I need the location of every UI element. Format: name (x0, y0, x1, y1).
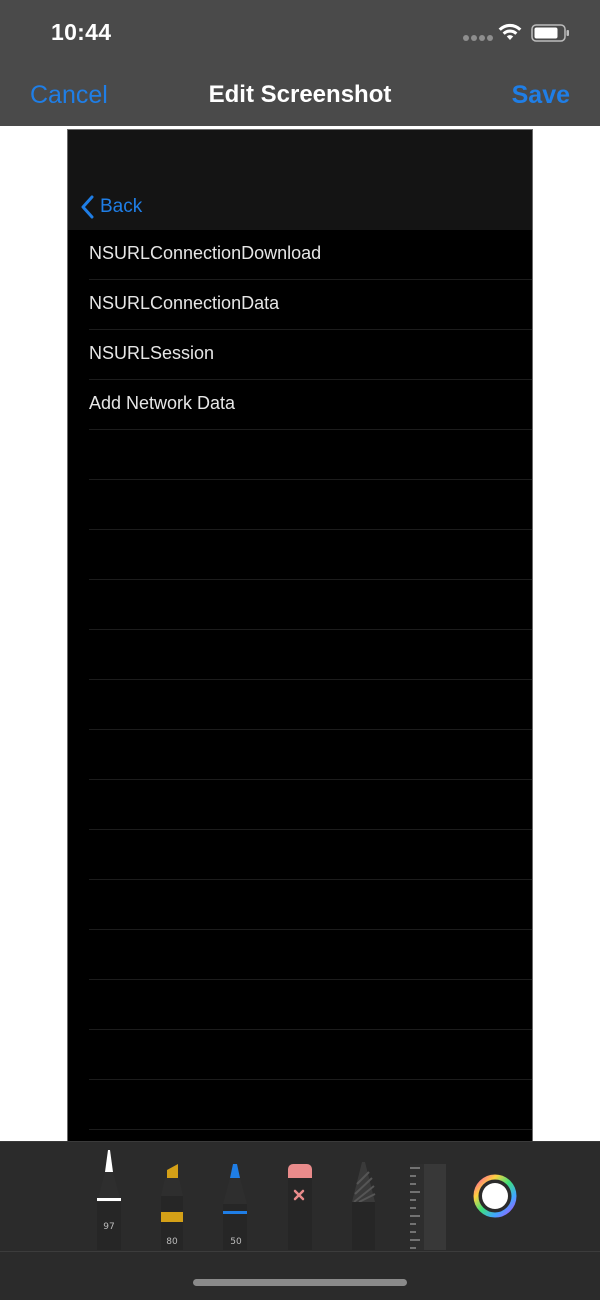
home-indicator-area (0, 1251, 600, 1300)
wifi-icon (498, 23, 522, 40)
list-item[interactable]: Add Network Data (89, 380, 532, 430)
empty-row (89, 880, 532, 930)
cellular-signal-icon (463, 35, 493, 43)
screenshot-preview[interactable]: Back NSURLConnectionDownload NSURLConnec… (67, 129, 533, 1141)
eraser-icon (288, 1164, 312, 1250)
empty-row (89, 580, 532, 630)
save-button[interactable]: Save (512, 81, 570, 110)
ruler-icon (410, 1164, 446, 1250)
empty-row (89, 830, 532, 880)
list-item[interactable]: NSURLConnectionData (89, 280, 532, 330)
lasso-tool[interactable] (349, 1148, 379, 1255)
marker-icon (161, 1164, 183, 1250)
back-label: Back (100, 196, 143, 217)
list-item[interactable]: NSURLConnectionDownload (89, 230, 532, 280)
empty-row (89, 930, 532, 980)
pencil-tool[interactable]: 50 (221, 1148, 251, 1255)
color-picker-icon (473, 1174, 517, 1218)
back-button[interactable]: Back (80, 192, 142, 222)
empty-row (89, 480, 532, 530)
empty-row (89, 430, 532, 480)
empty-row (89, 1030, 532, 1080)
battery-icon (531, 24, 569, 42)
empty-row (89, 1080, 532, 1130)
status-time: 10:44 (51, 19, 112, 45)
top-bar: 10:44 Cancel Edit Screenshot Save (0, 0, 600, 126)
marker-width-value: 80 (166, 1237, 178, 1247)
empty-row (89, 680, 532, 730)
screenshot-nav-bar: Back (68, 130, 532, 230)
screenshot-list: NSURLConnectionDownload NSURLConnectionD… (68, 230, 532, 1141)
pen-tool[interactable]: 97 (94, 1148, 124, 1255)
empty-row (89, 730, 532, 780)
marker-tool[interactable]: 80 (157, 1148, 187, 1255)
list-item-label: NSURLConnectionData (89, 293, 280, 313)
list-item-label: NSURLSession (89, 343, 215, 363)
page-title: Edit Screenshot (208, 81, 392, 108)
empty-row (89, 780, 532, 830)
empty-row (89, 530, 532, 580)
empty-row (89, 1130, 532, 1141)
empty-row (89, 630, 532, 680)
list-item-label: NSURLConnectionDownload (89, 243, 322, 263)
color-picker-button[interactable] (473, 1174, 517, 1223)
home-indicator[interactable] (193, 1279, 407, 1286)
ruler-tool[interactable] (408, 1148, 448, 1255)
pencil-icon (223, 1164, 247, 1250)
pencil-width-value: 50 (230, 1237, 242, 1247)
pen-width-value: 97 (103, 1222, 115, 1232)
list-item[interactable]: NSURLSession (89, 330, 532, 380)
pen-icon (97, 1150, 121, 1250)
chevron-left-icon (81, 195, 94, 219)
eraser-tool[interactable] (286, 1148, 316, 1255)
lasso-icon (352, 1162, 376, 1250)
list-item-label: Add Network Data (89, 393, 236, 413)
empty-row (89, 980, 532, 1030)
